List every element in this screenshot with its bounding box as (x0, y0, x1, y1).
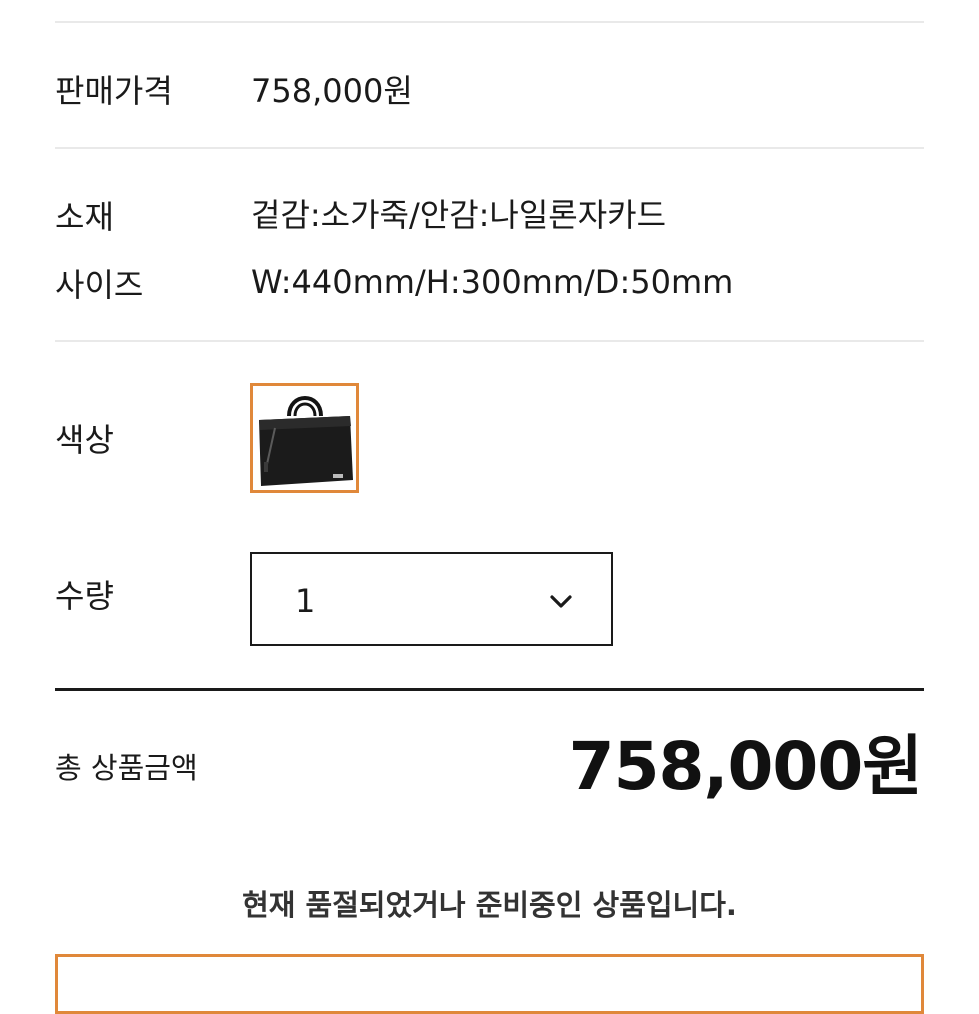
spec-divider (55, 340, 924, 342)
price-label: 판매가격 (55, 72, 173, 110)
color-label: 색상 (55, 421, 114, 459)
black-briefcase-thumbnail (253, 386, 356, 490)
size-label: 사이즈 (55, 266, 144, 304)
price-value: 758,000원 (251, 72, 413, 110)
product-options-panel: 판매가격 758,000원 소재 겉감:소가죽/안감:나일론자카드 사이즈 W:… (0, 0, 979, 1014)
sold-out-notice: 현재 품절되었거나 준비중인 상품입니다. (242, 888, 737, 922)
price-divider (55, 147, 924, 149)
bottom-action-button[interactable] (55, 954, 924, 1014)
size-value: W:440mm/H:300mm/D:50mm (251, 263, 734, 301)
total-divider (55, 688, 924, 691)
color-swatch-black[interactable] (250, 383, 359, 493)
top-divider (55, 21, 924, 23)
chevron-down-icon (550, 595, 572, 608)
material-label: 소재 (55, 198, 114, 236)
quantity-select[interactable]: 1 (250, 552, 613, 646)
quantity-selected-value: 1 (295, 582, 316, 620)
material-value: 겉감:소가죽/안감:나일론자카드 (251, 196, 667, 234)
total-price-value: 758,000원 (568, 728, 923, 805)
quantity-label: 수량 (55, 577, 114, 615)
total-price-label: 총 상품금액 (55, 751, 198, 785)
